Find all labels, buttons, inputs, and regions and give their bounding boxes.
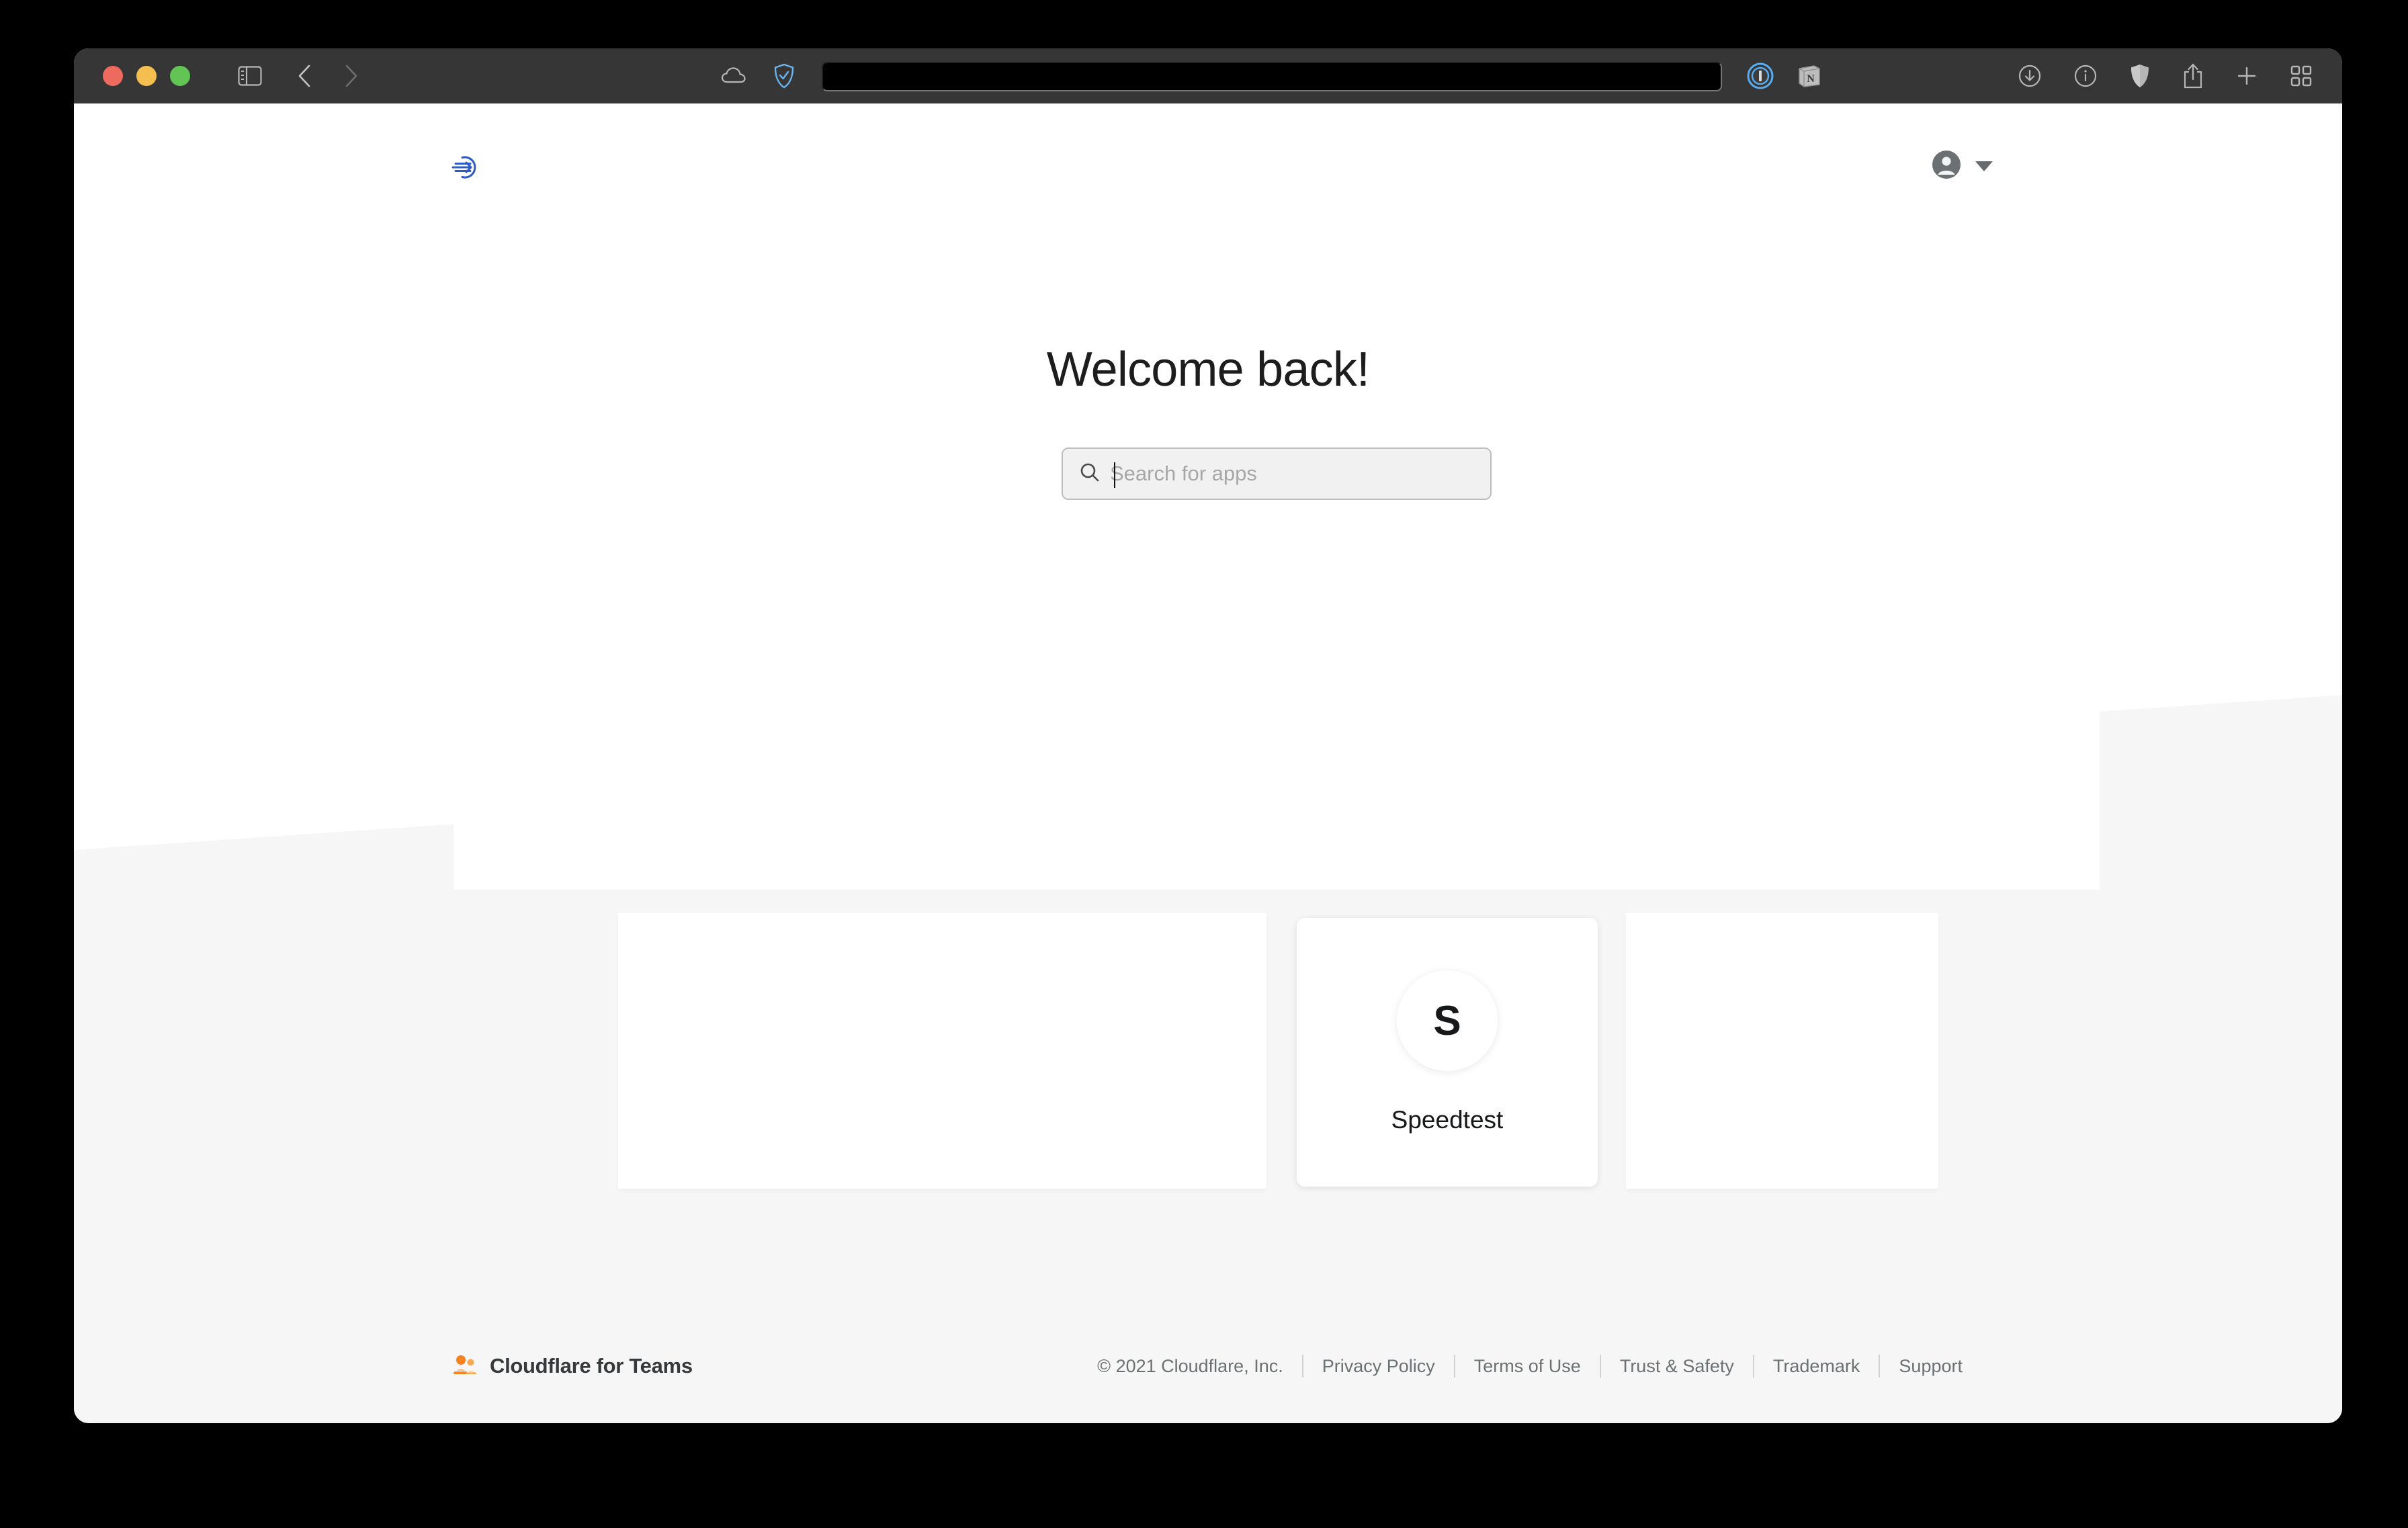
redacted-hero-region bbox=[454, 621, 2100, 890]
toolbar-right-actions bbox=[2018, 62, 2313, 89]
page-header bbox=[74, 103, 2342, 224]
chevron-down-icon bbox=[1975, 161, 1993, 171]
footer-link-trust-safety[interactable]: Trust & Safety bbox=[1601, 1356, 1753, 1377]
page-viewport: Welcome back! S Speedtest bbox=[74, 103, 2342, 1423]
downloads-icon[interactable] bbox=[2018, 64, 2042, 88]
window-traffic-lights bbox=[103, 66, 190, 86]
cloudflare-access-logo[interactable] bbox=[450, 152, 481, 186]
close-window-button[interactable] bbox=[103, 66, 123, 86]
svg-text:N: N bbox=[1807, 73, 1815, 85]
notion-icon[interactable]: N bbox=[1795, 62, 1822, 89]
reader-info-icon[interactable] bbox=[2073, 64, 2098, 88]
back-icon[interactable] bbox=[297, 64, 312, 88]
search-box[interactable] bbox=[1062, 448, 1492, 500]
browser-toolbar: N bbox=[74, 48, 2342, 103]
footer-link-privacy-policy[interactable]: Privacy Policy bbox=[1303, 1356, 1454, 1377]
minimize-window-button[interactable] bbox=[136, 66, 157, 86]
footer-link-terms-of-use[interactable]: Terms of Use bbox=[1455, 1356, 1600, 1377]
forward-icon[interactable] bbox=[344, 64, 359, 88]
share-icon[interactable] bbox=[2182, 62, 2204, 89]
footer-link-trademark[interactable]: Trademark bbox=[1754, 1356, 1879, 1377]
search-icon bbox=[1079, 462, 1101, 486]
footer-brand: Cloudflare for Teams bbox=[452, 1354, 693, 1379]
footer-links: © 2021 Cloudflare, Inc. Privacy Policy T… bbox=[1097, 1355, 1963, 1377]
redacted-app-card-left bbox=[618, 913, 1266, 1189]
user-avatar-icon bbox=[1931, 149, 1962, 183]
page-title: Welcome back! bbox=[1046, 343, 1370, 396]
address-bar[interactable] bbox=[822, 62, 1722, 91]
account-menu[interactable] bbox=[1931, 149, 1993, 183]
shield-check-icon[interactable] bbox=[773, 63, 795, 89]
redacted-app-card-right bbox=[1626, 913, 1938, 1189]
privacy-shield-icon[interactable] bbox=[2129, 63, 2151, 89]
teams-people-icon bbox=[452, 1354, 478, 1379]
app-name: Speedtest bbox=[1391, 1106, 1504, 1134]
footer-brand-label: Cloudflare for Teams bbox=[490, 1354, 693, 1377]
text-cursor bbox=[1114, 462, 1115, 488]
page-footer: Cloudflare for Teams © 2021 Cloudflare, … bbox=[74, 1309, 2342, 1423]
new-tab-icon[interactable] bbox=[2235, 65, 2258, 87]
app-avatar: S bbox=[1397, 970, 1498, 1071]
maximize-window-button[interactable] bbox=[170, 66, 190, 86]
browser-window: N Welcome back! Search for apps S Speedt… bbox=[74, 48, 2342, 1423]
1password-icon[interactable] bbox=[1747, 62, 1774, 89]
footer-copyright: © 2021 Cloudflare, Inc. bbox=[1097, 1355, 1283, 1376]
sidebar-icon[interactable] bbox=[238, 66, 262, 86]
tab-overview-icon[interactable] bbox=[2290, 65, 2313, 87]
search-input[interactable] bbox=[1110, 462, 1474, 486]
cloud-icon[interactable] bbox=[721, 66, 746, 86]
app-card-speedtest[interactable]: S Speedtest bbox=[1297, 918, 1598, 1187]
footer-link-support[interactable]: Support bbox=[1880, 1356, 1963, 1377]
